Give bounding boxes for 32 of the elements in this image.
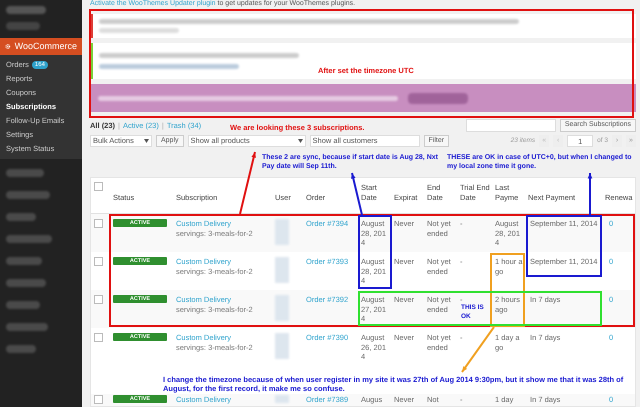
blurred-placeholder <box>6 169 44 177</box>
blurred-placeholder <box>6 235 52 243</box>
row-checkbox[interactable] <box>94 182 103 191</box>
blurred-placeholder <box>6 257 42 265</box>
annotation-arrow <box>351 172 363 216</box>
blurred-placeholder <box>6 191 50 199</box>
blurred-placeholder <box>6 22 40 30</box>
row-checkbox[interactable] <box>94 257 103 266</box>
blurred-user-placeholder <box>275 219 289 245</box>
annotation-arrow <box>461 326 495 373</box>
blurred-placeholder <box>6 323 48 331</box>
blurred-placeholder <box>6 213 36 221</box>
blurred-user-placeholder <box>275 295 289 321</box>
blurred-user-placeholder <box>275 333 289 359</box>
caret-icon <box>298 139 303 143</box>
row-checkbox[interactable] <box>94 219 103 228</box>
menu-item[interactable]: WooCommerce <box>0 38 82 55</box>
blurred-placeholder <box>6 345 36 353</box>
blurred-button-placeholder <box>408 92 468 104</box>
row-checkbox[interactable] <box>94 333 103 342</box>
annotation-arrow <box>239 152 256 214</box>
gear-icon <box>5 42 11 51</box>
blurred-placeholder <box>6 301 40 309</box>
blurred-placeholder <box>6 6 46 14</box>
search-field[interactable] <box>466 119 556 132</box>
caret-icon <box>144 139 149 143</box>
blurred-user-placeholder <box>275 395 289 403</box>
row-checkbox[interactable] <box>94 295 103 304</box>
blurred-placeholder <box>6 279 46 287</box>
blurred-user-placeholder <box>275 257 289 283</box>
row-checkbox[interactable] <box>94 395 103 404</box>
annotation-arrow <box>588 173 592 215</box>
